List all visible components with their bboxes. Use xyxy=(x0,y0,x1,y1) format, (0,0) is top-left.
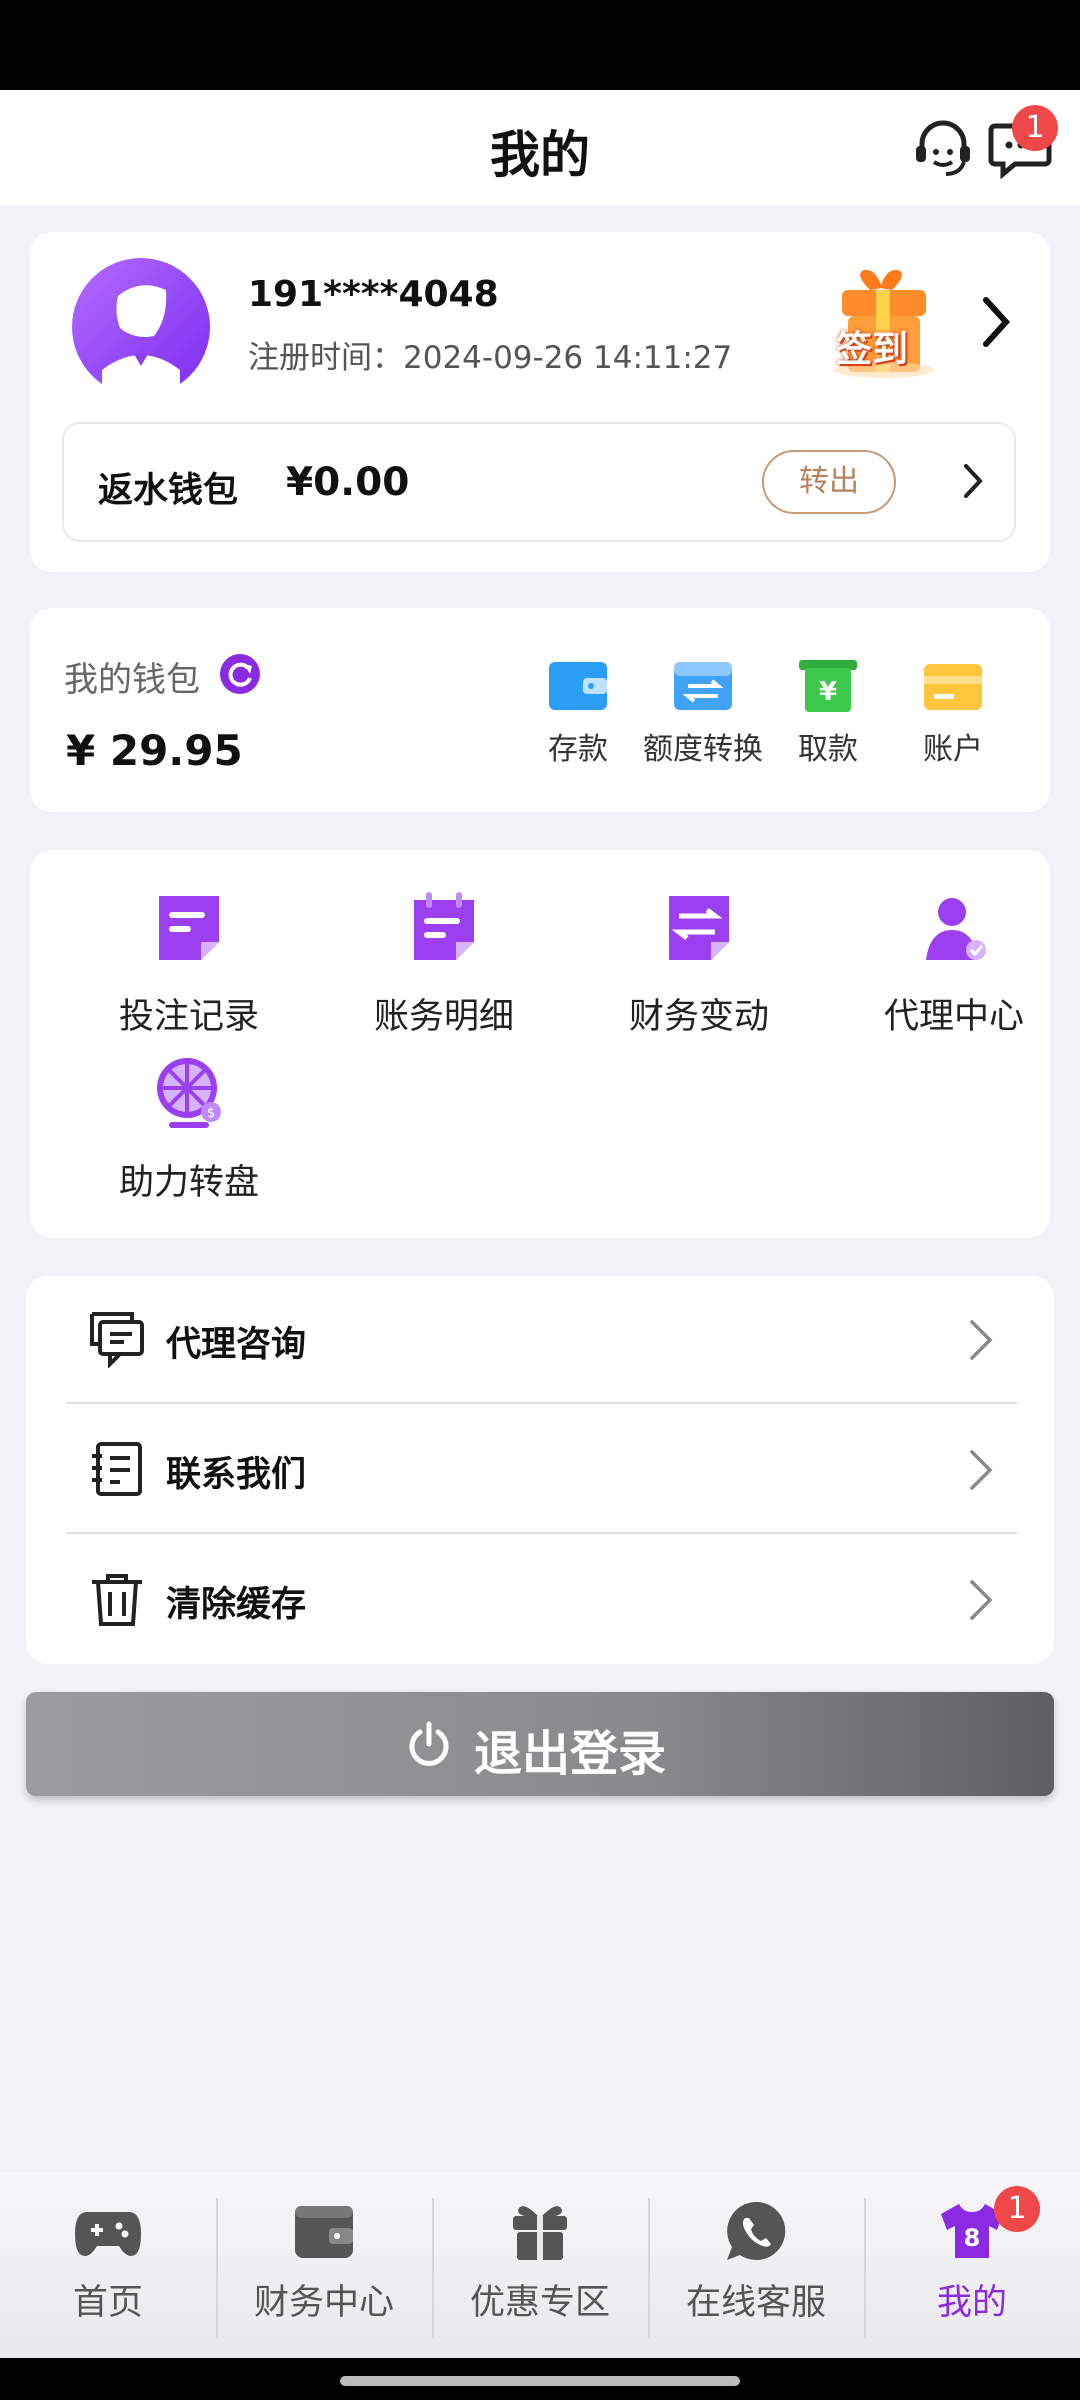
status-bar xyxy=(0,0,1080,90)
phone-chat-icon xyxy=(727,2201,786,2260)
feature-label: 财务变动 xyxy=(628,997,769,1037)
avatar[interactable] xyxy=(72,258,210,396)
profile-card: 191****4048 注册时间：2024-09-26 14:11:27 签到 … xyxy=(30,232,1050,572)
menu-item-label: 联系我们 xyxy=(166,1455,307,1495)
deposit-label: 存款 xyxy=(548,732,608,767)
transfer-out-button[interactable]: 转出 xyxy=(762,450,896,514)
chevron-right-icon[interactable] xyxy=(980,292,1014,352)
rebate-wallet-label: 返水钱包 xyxy=(98,471,239,511)
gift-icon xyxy=(513,2206,567,2260)
menu-item-contact-us[interactable]: 联系我们 xyxy=(66,1406,1018,1536)
feature-bet-record[interactable]: 投注记录 xyxy=(79,888,299,1039)
svg-text:¥: ¥ xyxy=(819,677,837,707)
withdraw-icon: ¥ xyxy=(799,660,857,712)
menu-item-label: 代理咨询 xyxy=(166,1325,307,1365)
gamepad-icon xyxy=(75,2212,141,2256)
username: 191****4048 xyxy=(248,274,499,315)
tab-home[interactable]: 首页 xyxy=(0,2200,216,2325)
tab-label: 在线客服 xyxy=(685,2283,826,2323)
deposit-icon xyxy=(549,662,607,710)
tab-separator xyxy=(216,2198,218,2338)
tab-online-service[interactable]: 在线客服 xyxy=(648,2200,864,2325)
chevron-right-icon xyxy=(970,1450,993,1490)
feature-account-detail[interactable]: 账务明细 xyxy=(334,888,554,1039)
wallet-amount: ¥ 29.95 xyxy=(66,726,243,775)
withdraw-label: 取款 xyxy=(798,732,858,767)
home-indicator[interactable] xyxy=(340,2376,740,2386)
contact-book-icon xyxy=(92,1442,142,1496)
card-icon xyxy=(924,664,982,710)
feature-finance-change[interactable]: 财务变动 xyxy=(589,888,809,1039)
feature-label: 代理中心 xyxy=(883,997,1024,1037)
finance-change-icon xyxy=(669,896,729,960)
feature-lucky-wheel[interactable]: $ 助力转盘 xyxy=(79,1054,299,1205)
credit-transfer-button[interactable]: 额度转换 xyxy=(638,658,768,768)
menu-item-agent-consult[interactable]: 代理咨询 xyxy=(66,1276,1018,1406)
menu-list: 代理咨询 联系我们 清除缓存 xyxy=(26,1276,1054,1664)
tab-separator xyxy=(864,2198,866,2338)
transfer-icon xyxy=(674,662,732,710)
chevron-right-icon xyxy=(970,1320,993,1360)
lucky-wheel-icon: $ xyxy=(157,1058,221,1128)
account-label: 账户 xyxy=(923,732,983,767)
trash-icon xyxy=(92,1574,142,1626)
deposit-button[interactable]: 存款 xyxy=(513,658,643,768)
menu-item-label: 清除缓存 xyxy=(166,1585,307,1625)
shirt-number: 8 xyxy=(964,2224,981,2252)
menu-item-clear-cache[interactable]: 清除缓存 xyxy=(66,1536,1018,1666)
registration-time: 注册时间：2024-09-26 14:11:27 xyxy=(248,340,733,376)
wallet-card: 我的钱包 ¥ 29.95 存款 额度转换 ¥ 取款 账户 xyxy=(30,608,1050,812)
tab-label: 优惠专区 xyxy=(469,2283,610,2323)
logout-label: 退出登录 xyxy=(474,1726,667,1782)
svg-text:$: $ xyxy=(207,1106,215,1121)
chevron-right-icon xyxy=(970,1580,993,1620)
avatar-icon xyxy=(102,285,180,396)
header: 我的 1 xyxy=(0,90,1080,205)
signin-button[interactable]: 签到 xyxy=(820,268,950,388)
account-button[interactable]: 账户 xyxy=(888,658,1018,768)
tab-label: 我的 xyxy=(936,2283,1007,2323)
wallet-label: 我的钱包 xyxy=(64,660,200,700)
customer-service-icon[interactable] xyxy=(908,112,978,182)
signin-label: 签到 xyxy=(836,329,909,370)
feature-label: 助力转盘 xyxy=(118,1163,259,1203)
divider xyxy=(66,1402,1018,1404)
rebate-wallet-amount: ¥0.00 xyxy=(286,460,410,505)
bet-record-icon xyxy=(159,896,219,960)
logout-button[interactable]: 退出登录 xyxy=(26,1692,1054,1796)
feature-grid: 投注记录 账务明细 财务变动 代理中心 $ 助力转盘 xyxy=(30,850,1050,1238)
feature-agent-center[interactable]: 代理中心 xyxy=(844,888,1064,1039)
agent-center-icon xyxy=(926,898,986,960)
refresh-icon[interactable] xyxy=(220,654,260,694)
chevron-right-icon[interactable] xyxy=(962,462,984,500)
wallet-icon xyxy=(295,2206,353,2258)
message-badge: 1 xyxy=(1012,105,1058,151)
account-detail-icon xyxy=(414,892,474,960)
bottom-tab-bar: 首页 财务中心 优惠专区 在线客服 8 我的 1 xyxy=(0,2172,1080,2358)
tab-label: 财务中心 xyxy=(253,2283,394,2323)
tab-label: 首页 xyxy=(72,2283,143,2323)
tab-badge: 1 xyxy=(994,2186,1040,2232)
tab-promotions[interactable]: 优惠专区 xyxy=(432,2200,648,2325)
feature-label: 账务明细 xyxy=(373,997,514,1037)
tab-separator xyxy=(432,2198,434,2338)
tab-separator xyxy=(648,2198,650,2338)
chat-list-icon xyxy=(90,1312,144,1368)
rebate-wallet-row[interactable]: 返水钱包 ¥0.00 转出 xyxy=(62,422,1016,542)
credit-transfer-label: 额度转换 xyxy=(643,732,763,767)
divider xyxy=(66,1532,1018,1534)
withdraw-button[interactable]: ¥ 取款 xyxy=(763,658,893,768)
feature-label: 投注记录 xyxy=(118,997,259,1037)
power-icon xyxy=(409,1721,449,1766)
tab-mine[interactable]: 8 我的 xyxy=(864,2200,1080,2325)
tab-finance-center[interactable]: 财务中心 xyxy=(216,2200,432,2325)
